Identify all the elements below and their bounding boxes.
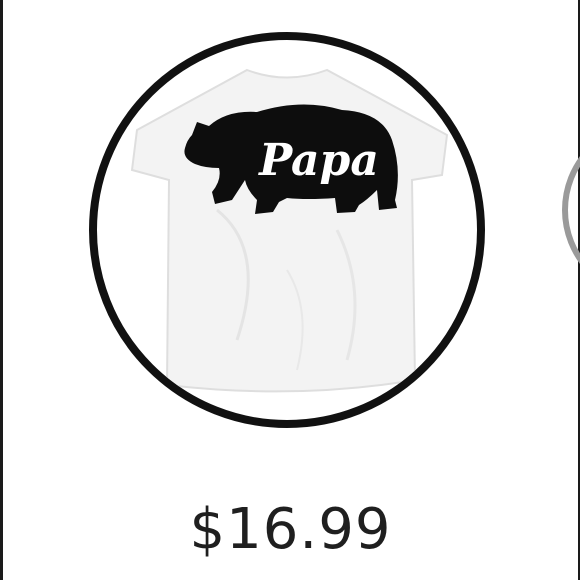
partial-circle-icon xyxy=(562,120,580,300)
shirt-text: Papa xyxy=(257,135,379,186)
product-price: $16.99 xyxy=(189,497,392,562)
next-item-peek[interactable] xyxy=(556,120,580,300)
product-image-circle[interactable]: Papa xyxy=(89,32,485,428)
product-carousel: Papa $16.99 xyxy=(0,0,580,580)
product-image: Papa xyxy=(130,68,449,393)
product-tile[interactable]: Papa $16.99 xyxy=(3,0,578,580)
